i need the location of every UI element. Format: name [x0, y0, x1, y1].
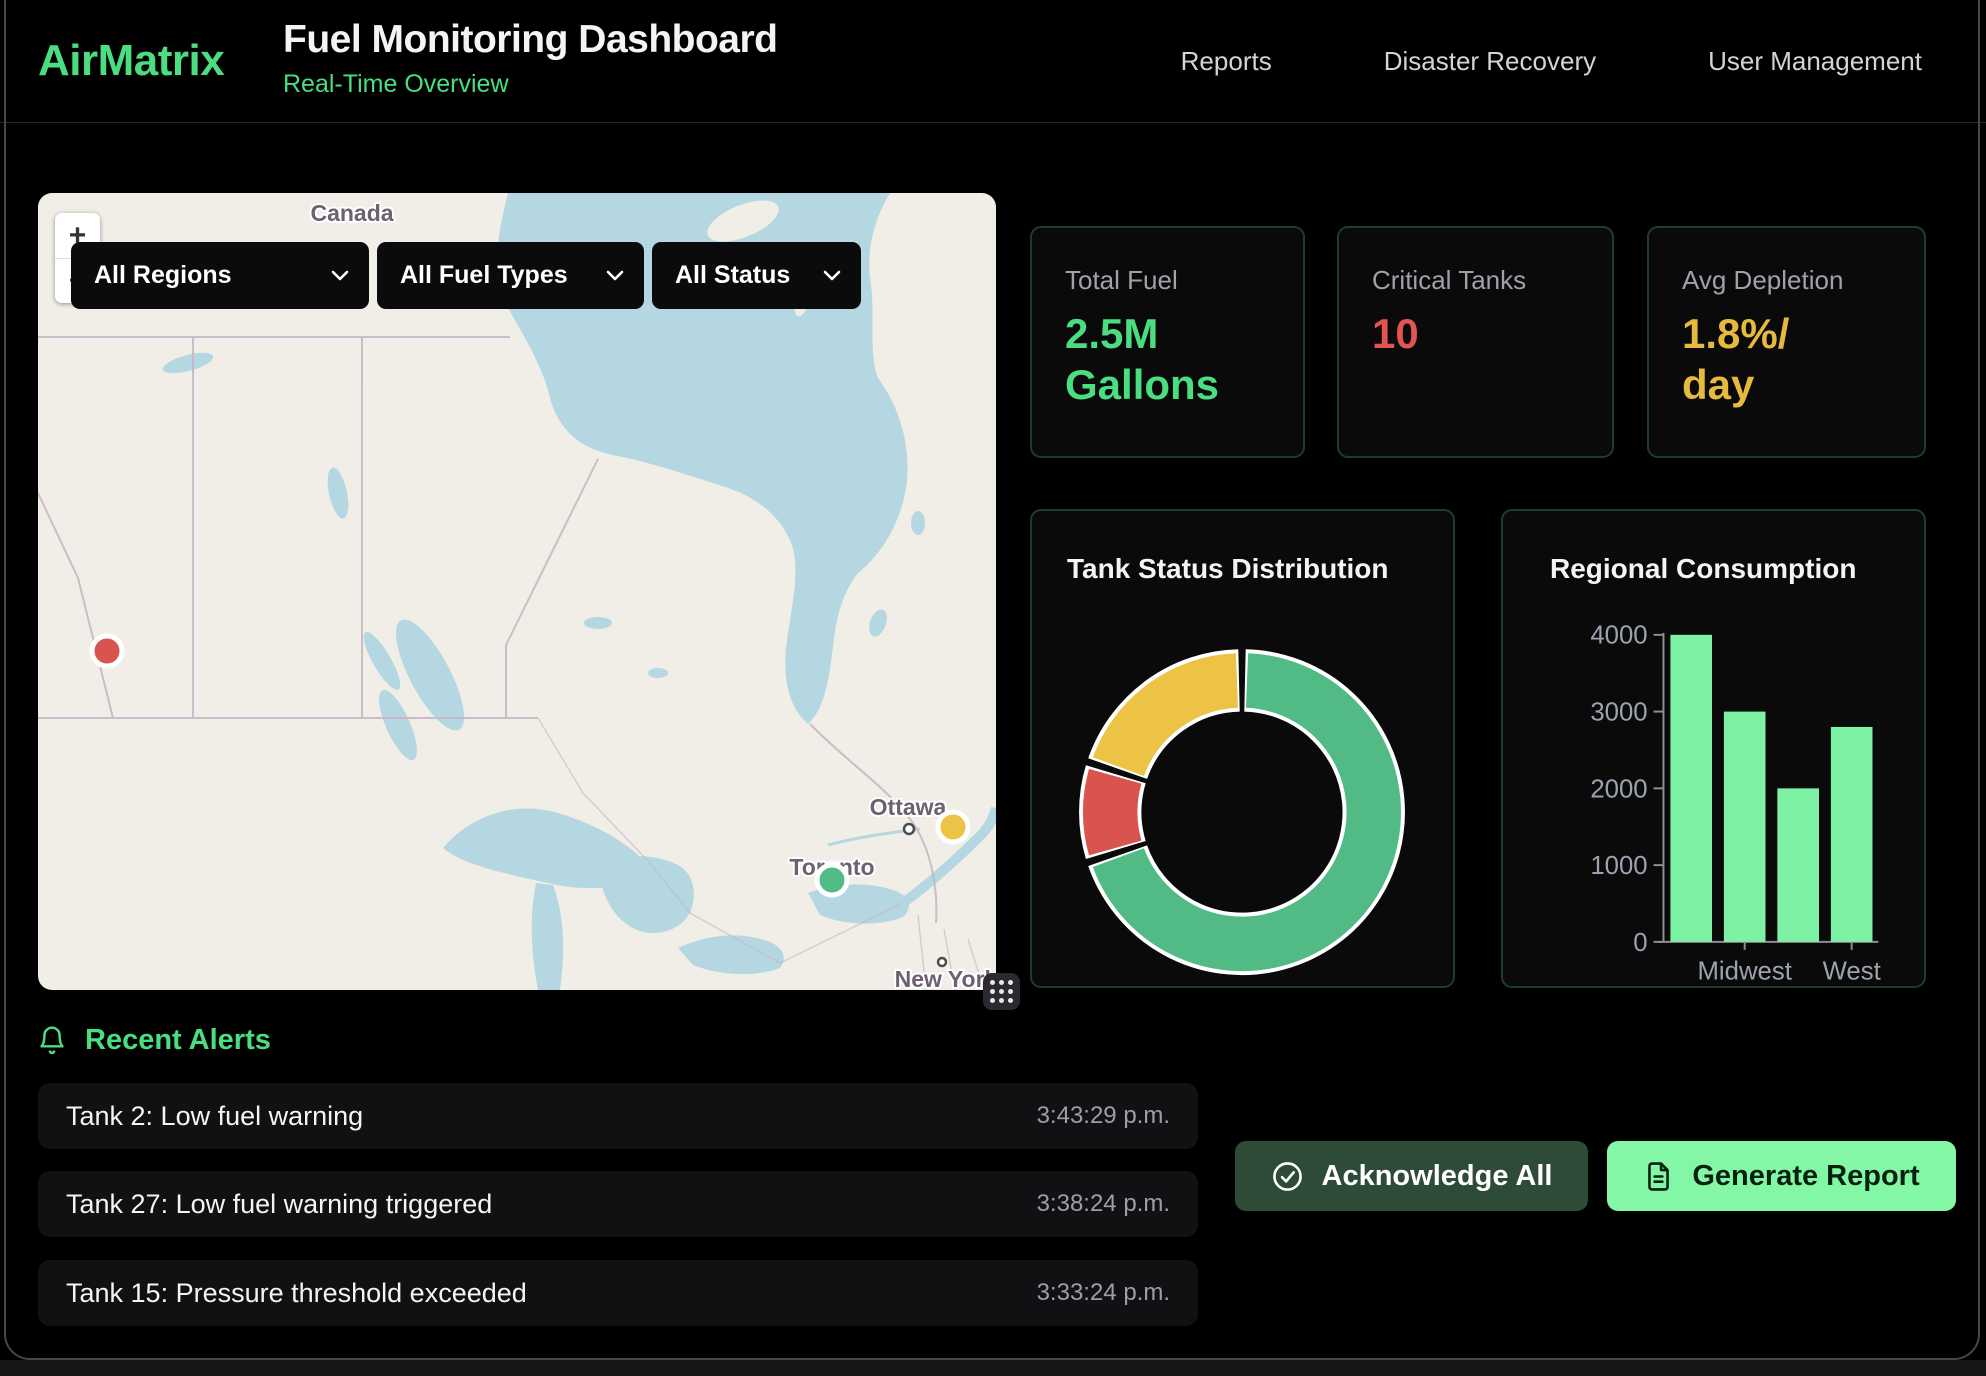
critical-tank-marker[interactable]	[92, 636, 122, 666]
bell-icon	[38, 1025, 66, 1056]
consumption-bar	[1831, 727, 1873, 942]
document-icon	[1643, 1161, 1674, 1192]
chevron-down-icon	[606, 270, 624, 281]
fuel-type-filter-value: All Fuel Types	[400, 261, 568, 290]
fuel-type-filter-dropdown[interactable]: All Fuel Types	[377, 242, 644, 309]
nav-user-management[interactable]: User Management	[1708, 46, 1922, 77]
page-title: Fuel Monitoring Dashboard	[283, 18, 777, 62]
alert-list-item[interactable]: Tank 2: Low fuel warning 3:43:29 p.m.	[38, 1083, 1198, 1149]
consumption-bar	[1777, 788, 1819, 942]
regional-consumption-card: 0 1000 2000 3000 4000 Midwest West Regional Co…	[1501, 509, 1926, 988]
dashboard-root: AirMatrix Fuel Monitoring Dashboard Real…	[0, 0, 1986, 1360]
alert-list-item[interactable]: Tank 15: Pressure threshold exceeded 3:3…	[38, 1260, 1198, 1326]
chevron-down-icon	[331, 270, 349, 281]
reindeer-lake	[324, 466, 352, 521]
small-lake-4	[911, 511, 925, 535]
chevron-down-icon	[823, 270, 841, 281]
main-nav: Reports Disaster Recovery User Managemen…	[1181, 0, 1922, 123]
alert-message: Tank 15: Pressure threshold exceeded	[66, 1278, 527, 1309]
map-canvas: Canada Ottawa Toronto New York	[38, 193, 996, 990]
check-circle-icon	[1271, 1160, 1304, 1193]
kpi-critical-tanks: Critical Tanks 10	[1337, 226, 1614, 458]
lake-manitoba	[372, 685, 425, 764]
lake-michigan	[532, 883, 563, 990]
nav-disaster-recovery[interactable]: Disaster Recovery	[1384, 46, 1596, 77]
alert-list-item[interactable]: Tank 27: Low fuel warning triggered 3:38…	[38, 1171, 1198, 1237]
kpi-value: 1.8%/ day	[1682, 308, 1832, 410]
alerts-title: Recent Alerts	[85, 1024, 271, 1057]
normal-tank-marker[interactable]	[817, 865, 847, 895]
brand-logo: AirMatrix	[38, 36, 224, 86]
title-block: Fuel Monitoring Dashboard Real-Time Over…	[283, 18, 777, 99]
acknowledge-all-label: Acknowledge All	[1322, 1160, 1553, 1193]
region-filter-dropdown[interactable]: All Regions	[71, 242, 369, 309]
label-ottawa: Ottawa	[870, 794, 947, 820]
small-lake-3	[866, 607, 891, 639]
label-new-york: New York	[895, 966, 996, 990]
status-filter-value: All Status	[675, 261, 790, 290]
warning-tank-marker[interactable]	[938, 812, 968, 842]
x-axis-tick-label: West	[1823, 958, 1881, 986]
generate-report-label: Generate Report	[1692, 1160, 1919, 1193]
tank-status-card: Tank Status Distribution	[1030, 509, 1455, 988]
alert-message: Tank 2: Low fuel warning	[66, 1101, 363, 1132]
kpi-label: Avg Depletion	[1682, 265, 1892, 296]
y-axis-tick-label: 0	[1633, 929, 1647, 957]
consumption-bar	[1670, 635, 1712, 942]
border-manitoba-ontario	[506, 459, 598, 718]
chart-title: Regional Consumption	[1550, 553, 1856, 585]
donut-segment-critical	[1110, 776, 1115, 848]
acknowledge-all-button[interactable]: Acknowledge All	[1235, 1141, 1588, 1211]
map-resize-handle[interactable]	[983, 973, 1020, 1010]
region-filter-value: All Regions	[94, 261, 232, 290]
small-lake-2	[648, 668, 668, 678]
map-filter-bar: All Regions All Fuel Types All Status	[71, 242, 861, 309]
new-york-city-dot	[938, 958, 946, 966]
y-axis-tick-label: 1000	[1590, 852, 1647, 880]
kpi-total-fuel: Total Fuel 2.5M Gallons	[1030, 226, 1305, 458]
status-filter-dropdown[interactable]: All Status	[652, 242, 861, 309]
border-bc-alberta	[38, 493, 113, 718]
page-subtitle: Real-Time Overview	[283, 70, 777, 99]
top-header: AirMatrix Fuel Monitoring Dashboard Real…	[0, 0, 1986, 123]
kpi-avg-depletion: Avg Depletion 1.8%/ day	[1647, 226, 1926, 458]
lake-erie	[678, 935, 784, 974]
chart-title: Tank Status Distribution	[1067, 553, 1389, 585]
alert-message: Tank 27: Low fuel warning triggered	[66, 1189, 492, 1220]
alert-time: 3:38:24 p.m.	[1037, 1190, 1170, 1218]
y-axis-tick-label: 2000	[1590, 775, 1647, 803]
ottawa-city-dot	[904, 824, 914, 834]
x-axis-tick-label: Midwest	[1697, 958, 1791, 986]
lake-athabasca	[161, 349, 215, 378]
alert-time: 3:43:29 p.m.	[1037, 1102, 1170, 1130]
generate-report-button[interactable]: Generate Report	[1607, 1141, 1956, 1211]
small-lake-1	[584, 617, 612, 629]
tank-map[interactable]: Canada Ottawa Toronto New York + − All R…	[38, 193, 996, 990]
kpi-label: Total Fuel	[1065, 265, 1271, 296]
lake-huron	[598, 856, 694, 933]
kpi-label: Critical Tanks	[1372, 265, 1580, 296]
kpi-value: 10	[1372, 308, 1580, 359]
consumption-bar	[1724, 712, 1766, 942]
alert-time: 3:33:24 p.m.	[1037, 1279, 1170, 1307]
kpi-value: 2.5M Gallons	[1065, 308, 1271, 410]
y-axis-tick-label: 3000	[1590, 699, 1647, 727]
label-canada: Canada	[310, 200, 393, 226]
nav-reports[interactable]: Reports	[1181, 46, 1272, 77]
y-axis-tick-label: 4000	[1590, 622, 1647, 650]
alerts-header: Recent Alerts	[38, 1024, 271, 1057]
